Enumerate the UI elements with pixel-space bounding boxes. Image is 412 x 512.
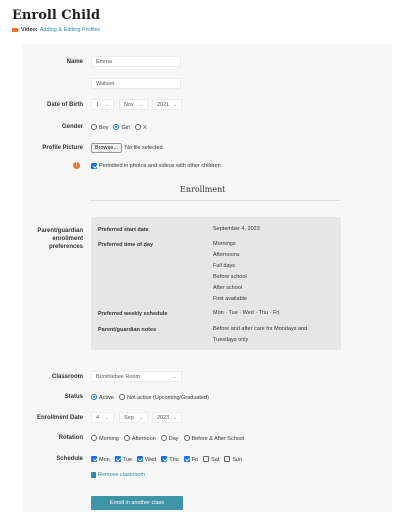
radio-icon [135, 124, 142, 130]
enrollment-section-title: Enrollment [180, 185, 226, 194]
classroom-select[interactable]: Bumblebee Room ⌄ [91, 371, 182, 382]
classroom-value: Bumblebee Room [96, 374, 141, 380]
radio-icon [91, 124, 97, 130]
start-date-label: Preferred start date [98, 227, 149, 233]
schedule-day-wed[interactable]: Wed [136, 456, 156, 463]
enroll-day-select[interactable]: 4 ⌄ [91, 412, 114, 423]
gender-option-x[interactable]: X [135, 124, 147, 131]
page-title: Enroll Child [12, 8, 101, 23]
chevron-down-icon: ⌄ [138, 415, 143, 421]
first-name-input[interactable]: Emma [91, 56, 181, 67]
status-option-active[interactable]: Active [91, 394, 114, 401]
time-item: Afternoons [213, 252, 240, 258]
notes-label: Parent/guardian notes [98, 327, 157, 333]
prefs-label: Parent/guardian enrollment preferences [37, 228, 83, 250]
rotation-option-morning[interactable]: Morning [91, 435, 119, 442]
remove-classroom-link[interactable]: Remove classroom [91, 472, 145, 478]
radio-icon [183, 435, 190, 441]
schedule-day-fri[interactable]: Fri [183, 456, 198, 463]
schedule-days: Mon Tue Wed Thu Fri Sat Sun [91, 456, 247, 463]
dob-year-select[interactable]: 2021 ⌄ [152, 99, 182, 110]
info-icon: ! [73, 162, 80, 169]
radio-icon [123, 435, 130, 441]
radio-icon [118, 394, 125, 400]
chevron-down-icon: ⌄ [172, 415, 177, 421]
radio-icon [160, 435, 167, 441]
status-label: Status [64, 394, 83, 400]
dob-month-select[interactable]: Nov ⌄ [119, 99, 148, 110]
schedule-day-sat[interactable]: Sat [203, 456, 219, 463]
checkbox-checked-icon [114, 456, 121, 462]
checkbox-icon [203, 456, 210, 462]
notes-value: Before and after care for Mondays and Tu… [213, 326, 308, 343]
video-camera-icon [12, 28, 20, 32]
chevron-down-icon: ⌄ [172, 102, 177, 108]
checkbox-checked-icon [136, 456, 143, 462]
schedule-day-tue[interactable]: Tue [114, 456, 132, 463]
last-name-input[interactable]: Watson [91, 78, 181, 89]
enroll-year-select[interactable]: 2023 ⌄ [152, 412, 182, 423]
dob-day-value: 1 [96, 102, 100, 108]
chevron-down-icon: ⌄ [172, 374, 177, 380]
chevron-down-icon: ⌄ [138, 102, 143, 108]
trash-icon [91, 472, 96, 478]
enroll-day-value: 4 [96, 415, 100, 421]
time-item: After school [213, 285, 243, 291]
video-row: Video: Adding & Editing Profiles [12, 27, 100, 33]
checkbox-checked-icon [91, 163, 97, 169]
time-item: Mornings [213, 241, 236, 247]
time-item: Before school [213, 274, 247, 280]
dob-day-select[interactable]: 1 ⌄ [91, 99, 114, 110]
gender-options: Boy Girl X [91, 124, 152, 131]
status-options: Active Not active (Upcoming/Graduated) [91, 394, 214, 401]
file-picker: Browse... No file selected. [91, 143, 164, 153]
checkbox-icon [224, 456, 231, 462]
gender-option-girl[interactable]: Girl [113, 124, 130, 131]
gender-option-boy[interactable]: Boy [91, 124, 108, 131]
time-item: Full days [213, 263, 236, 269]
video-label: Video: [21, 27, 38, 33]
dob-month-value: Nov [124, 102, 134, 108]
chevron-down-icon: ⌄ [104, 102, 109, 108]
radio-icon [91, 435, 97, 441]
weekly-schedule-value: Mon · Tue · Wed · Thu · Fri [213, 310, 280, 316]
enroll-year-value: 2023 [157, 415, 170, 421]
radio-selected-icon [91, 394, 97, 400]
rotation-option-afternoon[interactable]: Afternoon [123, 435, 156, 442]
checkbox-checked-icon [183, 456, 190, 462]
classroom-label: Classroom [51, 374, 83, 380]
rotation-label: Rotation [58, 435, 83, 441]
start-date-value: September 4, 2023 [213, 226, 260, 232]
checkbox-checked-icon [91, 456, 97, 462]
photo-permission-checkbox[interactable]: Permitted in photos and videos with othe… [91, 163, 221, 169]
section-divider [90, 200, 340, 201]
rotation-option-before-after[interactable]: Before & After School [183, 435, 244, 442]
enroll-another-class-button[interactable]: Enroll in another class [91, 496, 183, 510]
no-file-text: No file selected. [124, 145, 165, 151]
checkbox-checked-icon [161, 456, 168, 462]
enrollment-date-label: Enrollment Date [36, 415, 83, 421]
name-label: Name [66, 59, 83, 65]
dob-year-value: 2021 [157, 102, 170, 108]
schedule-label: Schedule [56, 456, 83, 462]
time-of-day-label: Preferred time of day [98, 242, 154, 248]
enroll-month-value: Sep [124, 415, 134, 421]
time-of-day-list: Mornings Afternoons Full days Before sch… [213, 239, 247, 305]
rotation-options: Morning Afternoon Day Before & After Sch… [91, 435, 249, 442]
status-option-inactive[interactable]: Not active (Upcoming/Graduated) [118, 394, 209, 401]
profile-picture-label: Profile Picture [42, 145, 83, 151]
time-item: First available [213, 296, 247, 302]
browse-button[interactable]: Browse... [91, 143, 122, 153]
radio-selected-icon [113, 124, 120, 130]
enroll-month-select[interactable]: Sep ⌄ [119, 412, 148, 423]
schedule-day-thu[interactable]: Thu [161, 456, 179, 463]
weekly-schedule-label: Preferred weekly schedule [98, 311, 168, 317]
chevron-down-icon: ⌄ [104, 415, 109, 421]
schedule-day-mon[interactable]: Mon [91, 456, 110, 463]
video-link[interactable]: Adding & Editing Profiles [40, 27, 101, 33]
rotation-option-day[interactable]: Day [160, 435, 179, 442]
dob-label: Date of Birth [47, 102, 83, 108]
schedule-day-sun[interactable]: Sun [224, 456, 242, 463]
gender-label: Gender [61, 124, 83, 130]
